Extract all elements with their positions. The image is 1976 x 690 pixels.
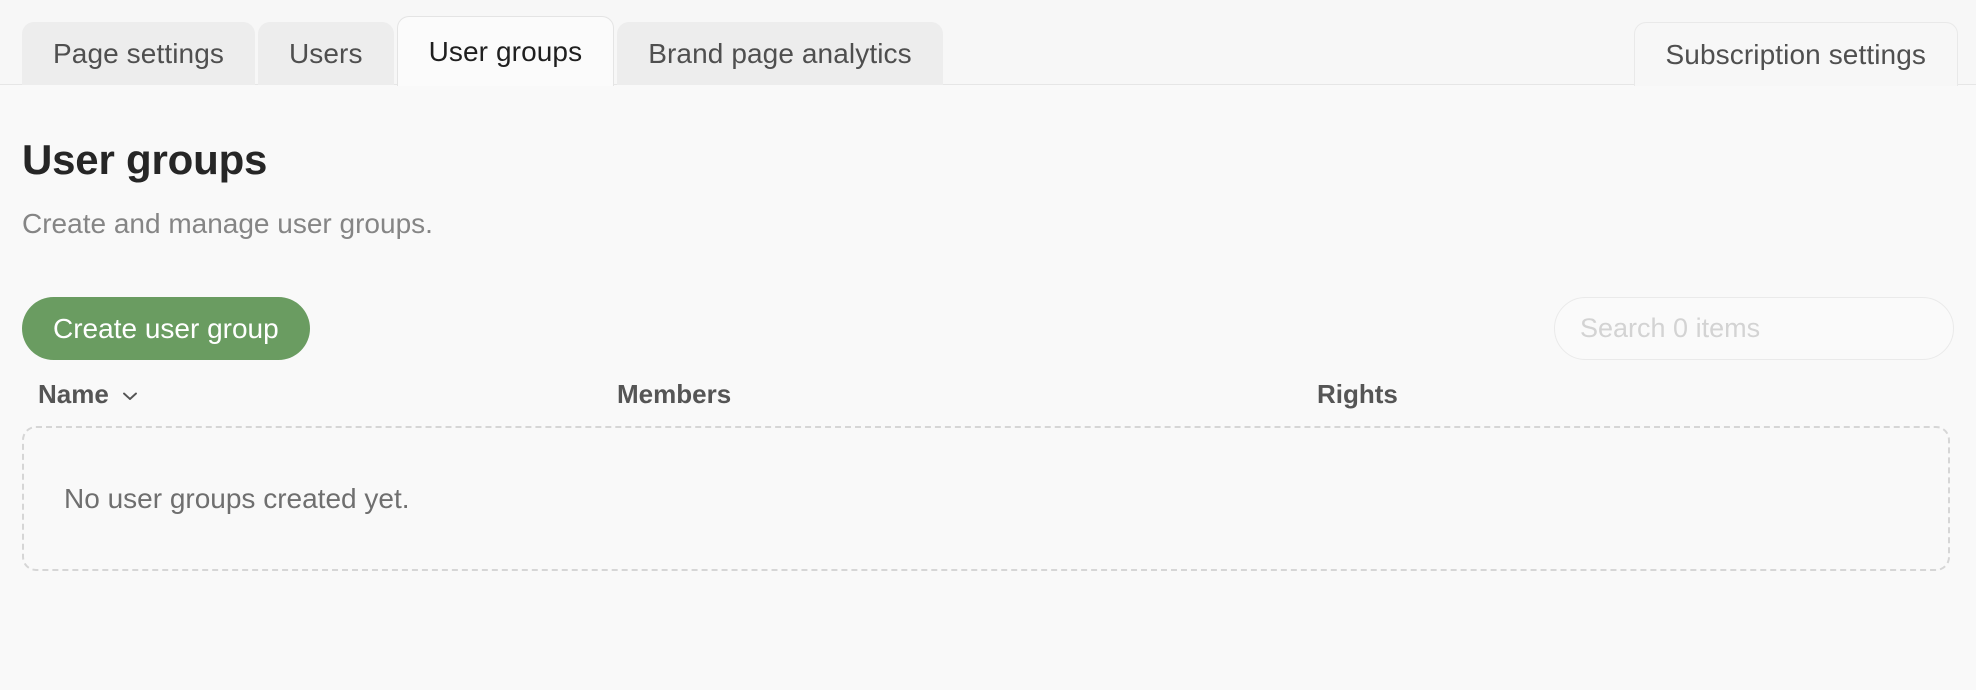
page-title: User groups [22,136,268,183]
empty-state-message: No user groups created yet. [64,482,410,514]
table-header-row: Name Members Rights [22,381,1954,421]
chevron-down-icon [120,384,140,404]
column-header-label: Rights [1317,379,1398,409]
tab-users[interactable]: Users [257,22,394,85]
tab-label: Subscription settings [1665,38,1926,70]
tab-strip: Page settings Users User groups Brand pa… [0,0,1976,86]
secondary-tab-list: Subscription settings [1633,22,1958,86]
column-header-members[interactable]: Members [617,381,731,407]
tab-label: Brand page analytics [648,37,912,69]
tab-subscription-settings[interactable]: Subscription settings [1633,22,1958,86]
column-header-label: Name [38,379,109,409]
content-area: User groups Create and manage user group… [0,85,1976,690]
user-groups-page: Page settings Users User groups Brand pa… [0,0,1976,690]
column-header-name[interactable]: Name [38,381,140,407]
empty-state-box: No user groups created yet. [22,426,1950,571]
tab-label: User groups [428,35,583,67]
tab-user-groups[interactable]: User groups [396,16,615,86]
column-header-rights[interactable]: Rights [1317,381,1398,407]
tab-label: Page settings [53,37,224,69]
create-user-group-button[interactable]: Create user group [22,297,310,360]
primary-tab-list: Page settings Users User groups Brand pa… [22,16,943,86]
tab-brand-page-analytics[interactable]: Brand page analytics [617,22,943,85]
page-subtitle: Create and manage user groups. [22,208,433,239]
tab-page-settings[interactable]: Page settings [22,22,255,85]
column-header-label: Members [617,379,732,409]
tab-label: Users [288,37,363,69]
search-field-wrapper [1554,297,1954,360]
search-input[interactable] [1554,297,1954,360]
